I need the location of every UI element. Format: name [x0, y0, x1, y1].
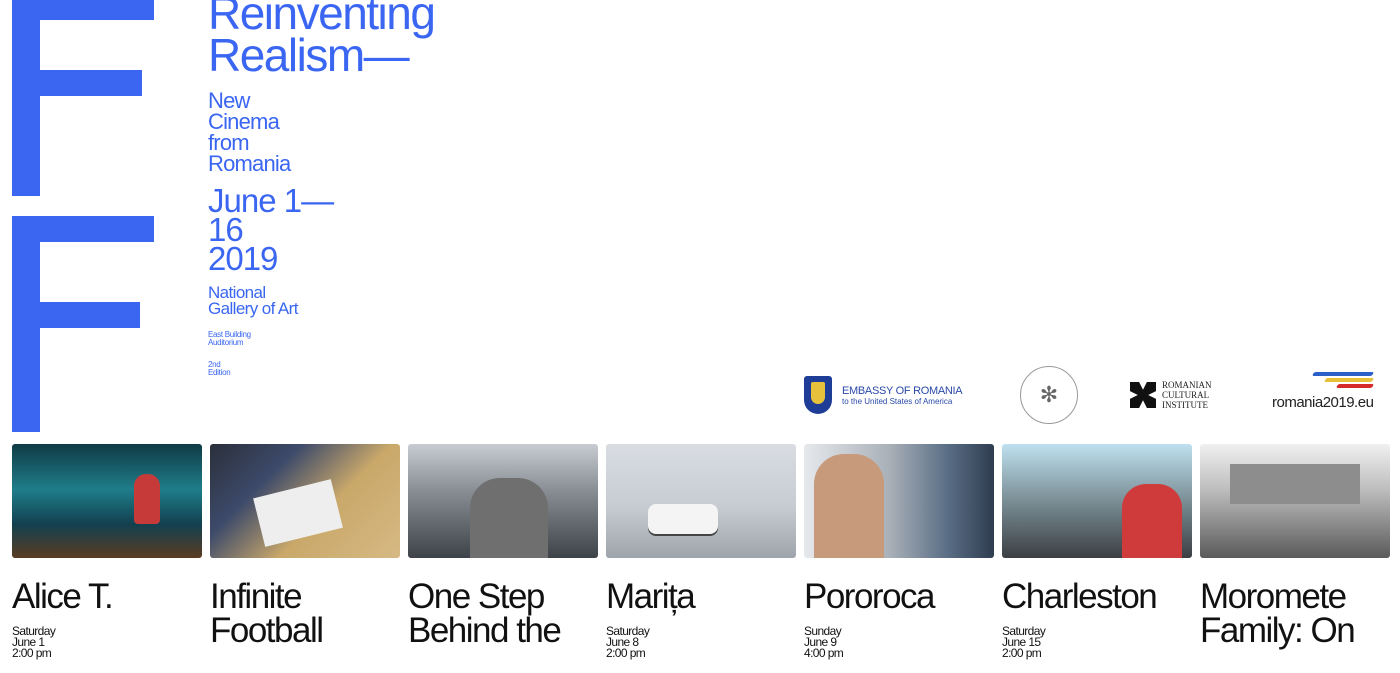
edition: 2nd Edition — [208, 360, 231, 377]
film-title[interactable]: Moromete Family: On — [1200, 579, 1390, 648]
film-title[interactable]: Pororoca — [804, 579, 994, 614]
film-showtime: Saturday June 15 2:00 pm — [1002, 624, 1046, 660]
film-still[interactable] — [1200, 444, 1390, 558]
film-card[interactable]: Moromete Family: On — [1200, 444, 1390, 648]
film-card[interactable]: Charleston Saturday June 15 2:00 pm — [1002, 444, 1192, 659]
ff-letter-bottom — [12, 216, 154, 432]
film-list: Alice T. Saturday June 1 2:00 pm Infinite … — [12, 444, 1400, 673]
romania2019-logo[interactable]: romania2019.eu — [1272, 370, 1375, 411]
eagle-seal-icon: ✻ — [1020, 366, 1078, 424]
flag-swoosh-icon — [1303, 370, 1375, 388]
festival-dates: June 1— 16 2019 — [208, 182, 334, 277]
title-block: Reinventing Realism— New Cinema from Rom… — [208, 0, 436, 377]
festival-subtitle: New Cinema from Romania — [208, 88, 291, 176]
film-title[interactable]: Marița — [606, 579, 796, 614]
embassy-logo[interactable]: EMBASSY OF ROMANIA to the United States … — [804, 376, 963, 414]
film-still[interactable] — [1002, 444, 1192, 558]
film-showtime: Saturday June 1 2:00 pm — [12, 624, 56, 660]
film-card[interactable]: Alice T. Saturday June 1 2:00 pm — [12, 444, 202, 659]
festival-title: Reinventing Realism— — [208, 0, 436, 81]
film-title[interactable]: Alice T. — [12, 579, 202, 614]
venue: National Gallery of Art — [208, 283, 298, 318]
film-title[interactable]: Charleston — [1002, 579, 1192, 614]
sponsor-logos: EMBASSY OF ROMANIA to the United States … — [800, 366, 1400, 426]
film-card[interactable]: One Step Behind the — [408, 444, 598, 648]
film-still[interactable] — [408, 444, 598, 558]
venue-location: East Building Auditorium — [208, 330, 251, 347]
film-card[interactable]: Marița Saturday June 8 2:00 pm — [606, 444, 796, 659]
film-still[interactable] — [210, 444, 400, 558]
film-showtime: Saturday June 8 2:00 pm — [606, 624, 650, 660]
film-still[interactable] — [804, 444, 994, 558]
film-title[interactable]: Infinite Football — [210, 579, 400, 648]
romanian-cultural-institute-logo[interactable]: ROMANIAN CULTURAL INSTITUTE — [1130, 380, 1212, 410]
film-showtime: Sunday June 9 4:00 pm — [804, 624, 844, 660]
film-still[interactable] — [12, 444, 202, 558]
film-card[interactable]: Pororoca Sunday June 9 4:00 pm — [804, 444, 994, 659]
ff-letter-top — [12, 0, 154, 196]
film-still[interactable] — [606, 444, 796, 558]
romania-crest-icon — [804, 376, 832, 414]
rci-mark-icon — [1130, 382, 1156, 408]
national-gallery-seal[interactable]: ✻ — [1020, 366, 1078, 424]
film-title[interactable]: One Step Behind the — [408, 579, 598, 648]
film-card[interactable]: Infinite Football — [210, 444, 400, 648]
